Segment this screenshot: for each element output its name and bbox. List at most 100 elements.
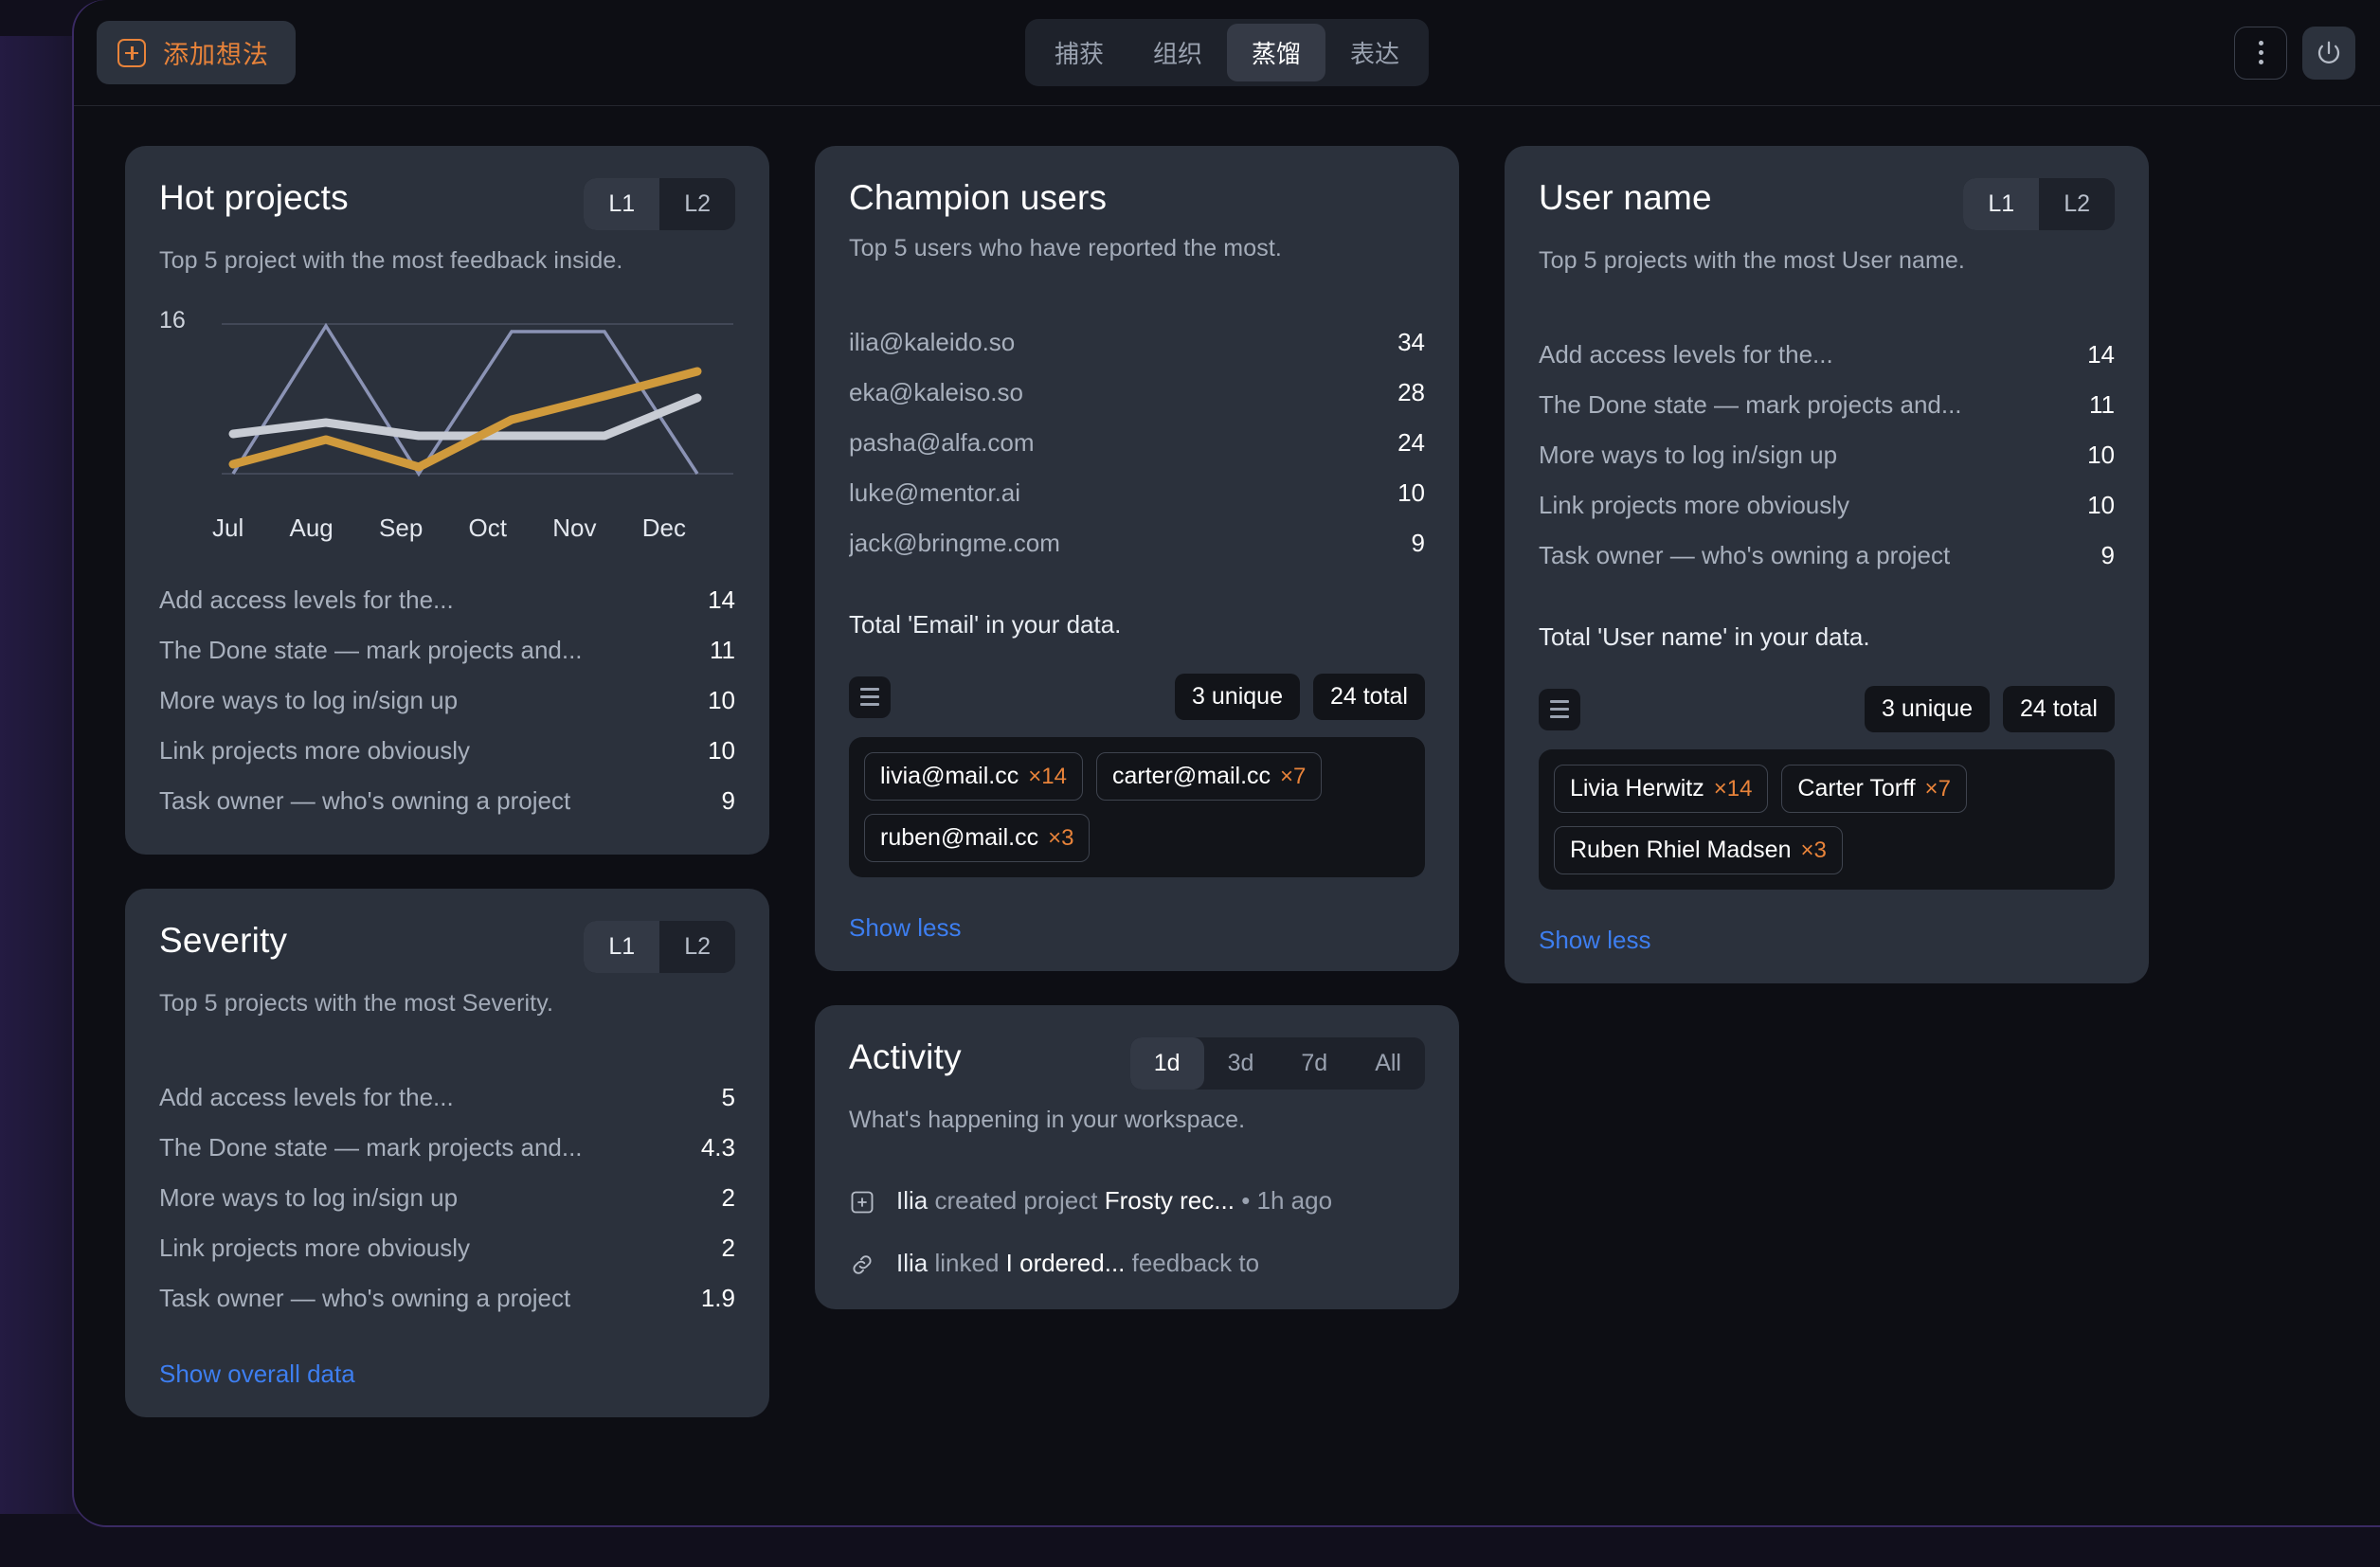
range-option-1d[interactable]: 1d <box>1129 1037 1204 1090</box>
row-value: 9 <box>721 786 735 815</box>
list-item[interactable]: luke@mentor.ai 10 <box>849 468 1425 518</box>
activity-object: Frosty rec... <box>1104 1186 1235 1215</box>
level-option-l2[interactable]: L2 <box>659 178 735 230</box>
list-item[interactable]: pasha@alfa.com 24 <box>849 418 1425 468</box>
row-value: 10 <box>1397 478 1425 507</box>
level-option-l2[interactable]: L2 <box>2039 178 2115 230</box>
list-item[interactable]: Task owner — who's owning a project 9 <box>1539 531 2115 581</box>
chart-series-periwinkle <box>231 322 699 477</box>
tag-label: Livia Herwitz <box>1570 775 1704 802</box>
user-name-rows: Add access levels for the... 14 The Done… <box>1539 330 2115 581</box>
power-icon <box>2317 41 2340 63</box>
row-label: pasha@alfa.com <box>849 428 1035 457</box>
level-option-l2[interactable]: L2 <box>659 921 735 973</box>
row-value: 2 <box>721 1234 735 1262</box>
activity-item[interactable]: Ilia created project Frosty rec... • 1h … <box>849 1183 1425 1219</box>
list-item[interactable]: jack@bringme.com 9 <box>849 518 1425 568</box>
level-toggle-user-name: L1 L2 <box>1963 178 2115 230</box>
list-item[interactable]: ilia@kaleido.so 34 <box>849 317 1425 368</box>
list-item[interactable]: Add access levels for the... 14 <box>159 575 735 625</box>
tab-organize[interactable]: 组织 <box>1128 24 1227 81</box>
more-options-button[interactable] <box>2234 26 2287 80</box>
page-title-hot-projects: Hot projects <box>159 178 349 217</box>
row-value: 14 <box>2087 340 2115 369</box>
card-champion-users: Champion users Top 5 users who have repo… <box>815 146 1459 971</box>
activity-object: I ordered... <box>1005 1248 1126 1277</box>
tag-chip[interactable]: Carter Torff ×7 <box>1781 765 1967 813</box>
tag-chip[interactable]: Livia Herwitz ×14 <box>1554 765 1769 813</box>
level-option-l1[interactable]: L1 <box>584 921 660 973</box>
row-value: 9 <box>2101 541 2115 569</box>
row-label: Link projects more obviously <box>159 736 471 765</box>
activity-range-toggle: 1d 3d 7d All <box>1129 1037 1425 1090</box>
tag-chip[interactable]: ruben@mail.cc ×3 <box>864 814 1091 862</box>
activity-text: Ilia created project Frosty rec... • 1h … <box>896 1183 1332 1219</box>
tag-multiplier: ×14 <box>1028 764 1067 789</box>
level-option-l1[interactable]: L1 <box>584 178 660 230</box>
tag-label: ruben@mail.cc <box>880 824 1039 851</box>
list-item[interactable]: Link projects more obviously 10 <box>159 726 735 776</box>
list-item[interactable]: Link projects more obviously 2 <box>159 1223 735 1273</box>
column-left: Hot projects L1 L2 Top 5 project with th… <box>125 146 769 1417</box>
show-overall-data-link[interactable]: Show overall data <box>159 1360 355 1389</box>
page-title-activity: Activity <box>849 1037 962 1076</box>
plus-square-icon <box>851 1191 874 1214</box>
show-less-link-user-name[interactable]: Show less <box>1539 926 1651 955</box>
row-label: The Done state — mark projects and... <box>1539 390 1962 419</box>
tag-chip[interactable]: livia@mail.cc ×14 <box>864 752 1083 801</box>
row-label: Task owner — who's owning a project <box>1539 541 1951 569</box>
tab-capture[interactable]: 捕获 <box>1030 24 1128 81</box>
card-subtitle: Top 5 project with the most feedback ins… <box>159 247 623 274</box>
power-button[interactable] <box>2302 26 2355 80</box>
row-label: jack@bringme.com <box>849 529 1060 557</box>
link-icon <box>853 1254 872 1274</box>
tab-express[interactable]: 表达 <box>1325 24 1424 81</box>
list-item[interactable]: The Done state — mark projects and... 4.… <box>159 1123 735 1173</box>
tag-chip[interactable]: Ruben Rhiel Madsen ×3 <box>1554 826 1843 874</box>
list-item[interactable]: Add access levels for the... 5 <box>159 1072 735 1123</box>
user-name-badges-row: 3 unique 24 total <box>1539 686 2115 732</box>
row-label: More ways to log in/sign up <box>1539 441 1838 469</box>
row-value: 10 <box>708 686 735 714</box>
purple-edge-glow <box>0 36 85 1514</box>
total-email-text: Total 'Email' in your data. <box>849 610 1122 639</box>
chart-xtick-oct: Oct <box>468 513 507 542</box>
list-item[interactable]: More ways to log in/sign up 2 <box>159 1173 735 1223</box>
tag-chip[interactable]: carter@mail.cc ×7 <box>1095 752 1323 801</box>
user-name-tag-box: Livia Herwitz ×14 Carter Torff ×7 Ruben … <box>1539 749 2115 890</box>
three-dots-vertical-icon <box>2258 41 2263 64</box>
row-value: 34 <box>1397 328 1425 356</box>
list-item[interactable]: More ways to log in/sign up 10 <box>1539 430 2115 480</box>
level-option-l1[interactable]: L1 <box>1963 178 2040 230</box>
chart-xtick-aug: Aug <box>289 513 334 542</box>
add-idea-button[interactable]: 添加想法 <box>97 21 296 84</box>
chart-xtick-jul: Jul <box>212 513 244 542</box>
range-option-3d[interactable]: 3d <box>1204 1037 1278 1090</box>
list-item[interactable]: The Done state — mark projects and... 11 <box>159 625 735 675</box>
hamburger-icon[interactable] <box>1539 688 1580 730</box>
tag-label: livia@mail.cc <box>880 763 1019 789</box>
row-value: 10 <box>2087 441 2115 469</box>
tab-distill[interactable]: 蒸馏 <box>1227 24 1326 81</box>
activity-feed: Ilia created project Frosty rec... • 1h … <box>849 1183 1425 1281</box>
range-option-all[interactable]: All <box>1351 1037 1425 1090</box>
list-item[interactable]: More ways to log in/sign up 10 <box>159 675 735 726</box>
list-item[interactable]: Task owner — who's owning a project 1.9 <box>159 1273 735 1324</box>
level-toggle-severity: L1 L2 <box>584 921 735 973</box>
show-less-link-email[interactable]: Show less <box>849 913 962 943</box>
row-label: luke@mentor.ai <box>849 478 1021 507</box>
card-header: Severity L1 L2 <box>159 921 735 973</box>
list-item[interactable]: Add access levels for the... 14 <box>1539 330 2115 380</box>
hamburger-icon[interactable] <box>849 675 891 718</box>
list-item[interactable]: Link projects more obviously 10 <box>1539 480 2115 531</box>
range-option-7d[interactable]: 7d <box>1277 1037 1351 1090</box>
tag-multiplier: ×7 <box>1924 776 1951 802</box>
card-header: Champion users <box>849 178 1425 218</box>
activity-item[interactable]: Ilia linked I ordered... feedback to <box>849 1246 1425 1282</box>
dashboard-board: Hot projects L1 L2 Top 5 project with th… <box>74 106 2380 1417</box>
tag-multiplier: ×3 <box>1048 825 1074 851</box>
list-item[interactable]: The Done state — mark projects and... 11 <box>1539 380 2115 430</box>
list-item[interactable]: eka@kaleiso.so 28 <box>849 368 1425 418</box>
row-value: 28 <box>1397 378 1425 406</box>
list-item[interactable]: Task owner — who's owning a project 9 <box>159 776 735 826</box>
